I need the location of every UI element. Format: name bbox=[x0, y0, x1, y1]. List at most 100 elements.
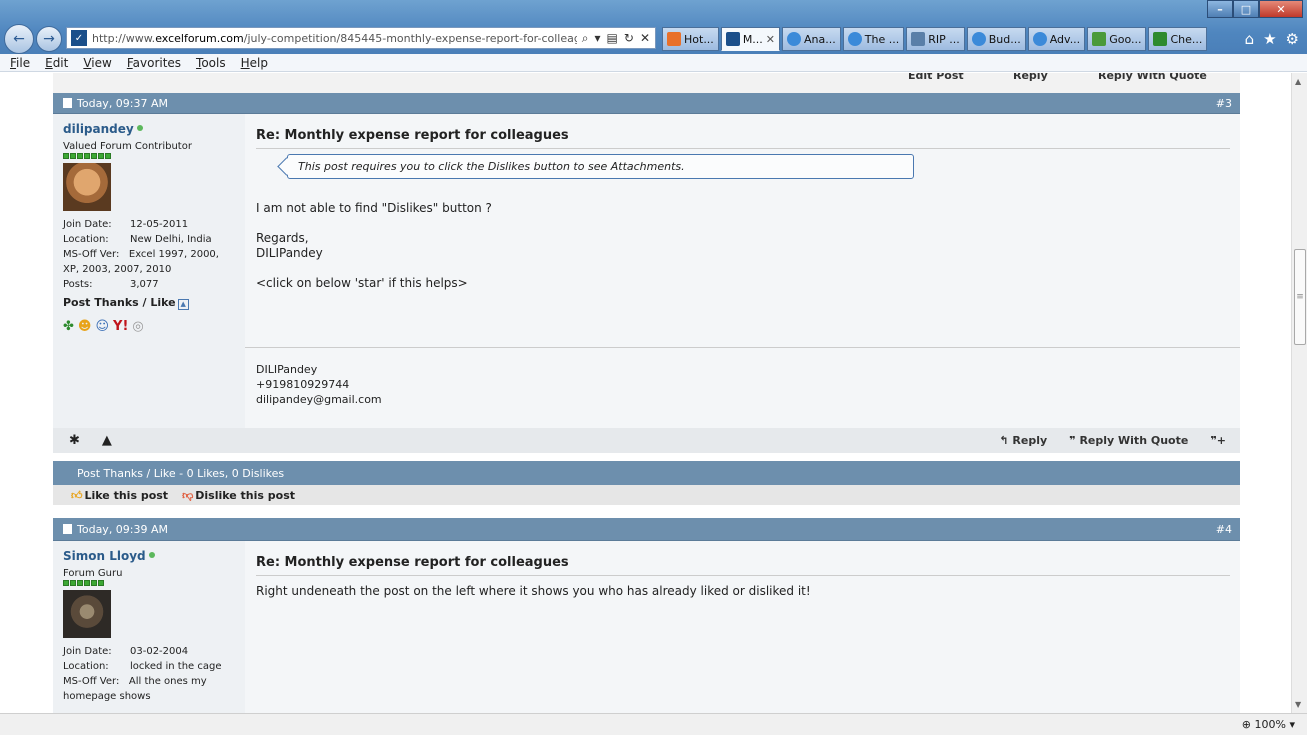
stop-icon[interactable]: ✕ bbox=[640, 31, 650, 46]
tab-ana[interactable]: Ana... bbox=[782, 27, 841, 51]
signature-line: +919810929744 bbox=[256, 378, 350, 391]
scroll-down-icon[interactable]: ▼ bbox=[1295, 700, 1301, 709]
menu-favorites[interactable]: Favorites bbox=[127, 56, 181, 70]
avatar[interactable] bbox=[63, 163, 111, 211]
url-host: excelforum.com bbox=[155, 31, 244, 45]
username-link[interactable]: Simon Lloyd bbox=[63, 549, 146, 563]
runner-icon[interactable]: ☻ bbox=[78, 319, 92, 334]
tab-rip[interactable]: RIP ... bbox=[906, 27, 965, 51]
user-stats: Join Date: 03-02-2004 Location: locked in … bbox=[63, 644, 235, 704]
message-line: I am not able to find "Dislikes" button … bbox=[256, 201, 492, 215]
dropdown-icon[interactable]: ▾ bbox=[595, 31, 601, 46]
like-actions: 👍︎ Like this post 👎︎ Dislike this post bbox=[53, 485, 1240, 505]
username-link[interactable]: dilipandey bbox=[63, 122, 134, 136]
compatibility-icon[interactable]: ▤ bbox=[607, 31, 618, 46]
tab-goo[interactable]: Goo... bbox=[1087, 27, 1147, 51]
scroll-up-icon[interactable]: ▲ bbox=[1295, 77, 1301, 86]
tab-label: The ... bbox=[864, 32, 900, 46]
menu-file[interactable]: File bbox=[10, 56, 30, 70]
message-line: <click on below 'star' if this helps> bbox=[256, 276, 468, 290]
home-icon[interactable]: ⌂ bbox=[1245, 30, 1255, 48]
menu-view[interactable]: View bbox=[83, 56, 111, 70]
tab-favicon-icon bbox=[911, 32, 926, 46]
menu-help[interactable]: Help bbox=[241, 56, 268, 70]
post-header: Today, 09:39 AM #4 bbox=[53, 518, 1240, 541]
tab-hotmail[interactable]: Hot... bbox=[662, 27, 719, 51]
reply-with-quote-label: Reply With Quote bbox=[1079, 434, 1189, 447]
user-title: Valued Forum Contributor bbox=[63, 141, 192, 152]
post-number[interactable]: #4 bbox=[1216, 523, 1232, 536]
tab-favicon-icon bbox=[725, 32, 740, 46]
user-info-panel: dilipandey Valued Forum Contributor Join… bbox=[53, 114, 245, 428]
reply-link-top[interactable]: Reply bbox=[1013, 73, 1048, 82]
menu-bar: File Edit View Favorites Tools Help bbox=[0, 54, 1307, 72]
forward-button[interactable]: → bbox=[36, 26, 62, 52]
user-info-panel: Simon Lloyd Forum Guru Join Date: 03-02-2… bbox=[53, 541, 245, 713]
post-content: Re: Monthly expense report for colleague… bbox=[245, 114, 1240, 428]
skype-icon[interactable]: ◎ bbox=[132, 319, 143, 334]
msoff-row: MS-Off Ver: All the ones my homepage sho… bbox=[63, 674, 235, 704]
tab-excelforum[interactable]: M... ✕ bbox=[720, 27, 781, 51]
reply-with-quote-button[interactable]: ❞ Reply With Quote bbox=[1069, 434, 1188, 447]
reply-label: Reply bbox=[1012, 434, 1048, 447]
star-icon[interactable]: ✱ bbox=[69, 433, 80, 448]
close-tab-icon[interactable]: ✕ bbox=[766, 33, 775, 46]
previous-post-footer: Edit Post Reply Reply With Quote bbox=[53, 73, 1240, 93]
settings-gear-icon[interactable]: ⚙ bbox=[1286, 30, 1299, 48]
window-controls: – □ ✕ bbox=[1207, 0, 1303, 18]
tab-favicon-icon bbox=[1153, 32, 1168, 46]
tab-the[interactable]: The ... bbox=[842, 27, 905, 51]
messenger-icon[interactable]: ☺ bbox=[95, 319, 109, 334]
dislike-post-button[interactable]: 👎︎ Dislike this post bbox=[182, 489, 295, 502]
close-window-icon[interactable]: ✕ bbox=[1259, 0, 1303, 18]
vertical-scrollbar[interactable]: ▲ ≡ ▼ bbox=[1291, 73, 1307, 713]
tab-bud[interactable]: Bud... bbox=[966, 27, 1026, 51]
favorites-star-icon[interactable]: ★ bbox=[1263, 30, 1276, 48]
report-warning-icon[interactable]: ▲ bbox=[102, 433, 112, 448]
collapse-icon[interactable]: ▲ bbox=[177, 299, 189, 310]
post-footer: ✱ ▲ ↰ Reply ❞ Reply With Quote ❞+ bbox=[53, 428, 1240, 453]
tab-adv[interactable]: Adv... bbox=[1027, 27, 1086, 51]
url-text[interactable]: http://www.excelforum.com/july-competiti… bbox=[92, 32, 577, 45]
refresh-icon[interactable]: ↻ bbox=[624, 31, 634, 46]
minimize-icon[interactable]: – bbox=[1207, 0, 1233, 18]
search-icon[interactable]: ⌕ bbox=[582, 31, 589, 46]
thumbs-up-icon: 👍︎ bbox=[71, 488, 83, 502]
tab-label: Che... bbox=[1170, 32, 1203, 46]
maximize-icon[interactable]: □ bbox=[1233, 0, 1259, 18]
scrollbar-thumb[interactable]: ≡ bbox=[1294, 249, 1306, 345]
yahoo-icon[interactable]: Y! bbox=[113, 319, 128, 334]
like-post-button[interactable]: 👍︎ Like this post bbox=[71, 489, 168, 502]
zoom-level: 100% bbox=[1254, 718, 1286, 731]
post-3: Today, 09:37 AM #3 dilipandey Valued For… bbox=[53, 93, 1240, 453]
location-label: Location: bbox=[63, 661, 109, 672]
zoom-control[interactable]: ⊕ 100% ▾ bbox=[1242, 718, 1295, 731]
post-title: Re: Monthly expense report for colleague… bbox=[256, 128, 1230, 149]
tab-che[interactable]: Che... bbox=[1148, 27, 1208, 51]
browser-titlebar: – □ ✕ ← → ✓ http://www.excelforum.com/ju… bbox=[0, 0, 1307, 54]
thumbs-down-icon: 👎︎ bbox=[182, 488, 194, 502]
menu-edit[interactable]: Edit bbox=[45, 56, 68, 70]
reply-with-quote-link-top[interactable]: Reply With Quote bbox=[1098, 73, 1207, 82]
social-links: ✤ ☻ ☺ Y! ◎ bbox=[63, 319, 235, 334]
clover-icon[interactable]: ✤ bbox=[63, 319, 74, 334]
tab-favicon-icon bbox=[667, 32, 681, 46]
post-title: Re: Monthly expense report for colleague… bbox=[256, 555, 1230, 576]
location-label: Location: bbox=[63, 234, 109, 245]
signature-line: DILIPandey bbox=[256, 363, 318, 376]
menu-tools[interactable]: Tools bbox=[196, 56, 226, 70]
back-button[interactable]: ← bbox=[4, 24, 34, 54]
tab-favicon-icon bbox=[1092, 32, 1107, 46]
avatar[interactable] bbox=[63, 590, 111, 638]
post-number[interactable]: #3 bbox=[1216, 97, 1232, 110]
dislike-label: Dislike this post bbox=[195, 488, 296, 502]
edit-post-link[interactable]: Edit Post bbox=[908, 73, 964, 82]
forward-arrow-icon: → bbox=[43, 31, 55, 47]
address-bar[interactable]: ✓ http://www.excelforum.com/july-competi… bbox=[66, 27, 656, 49]
post-thanks-like-label: Post Thanks / Like bbox=[63, 296, 176, 309]
multi-quote-icon[interactable]: ❞+ bbox=[1210, 434, 1226, 447]
tab-favicon-icon bbox=[787, 32, 802, 46]
tab-favicon-icon bbox=[847, 32, 862, 46]
online-status-icon bbox=[136, 125, 143, 131]
reply-button[interactable]: ↰ Reply bbox=[999, 434, 1047, 447]
